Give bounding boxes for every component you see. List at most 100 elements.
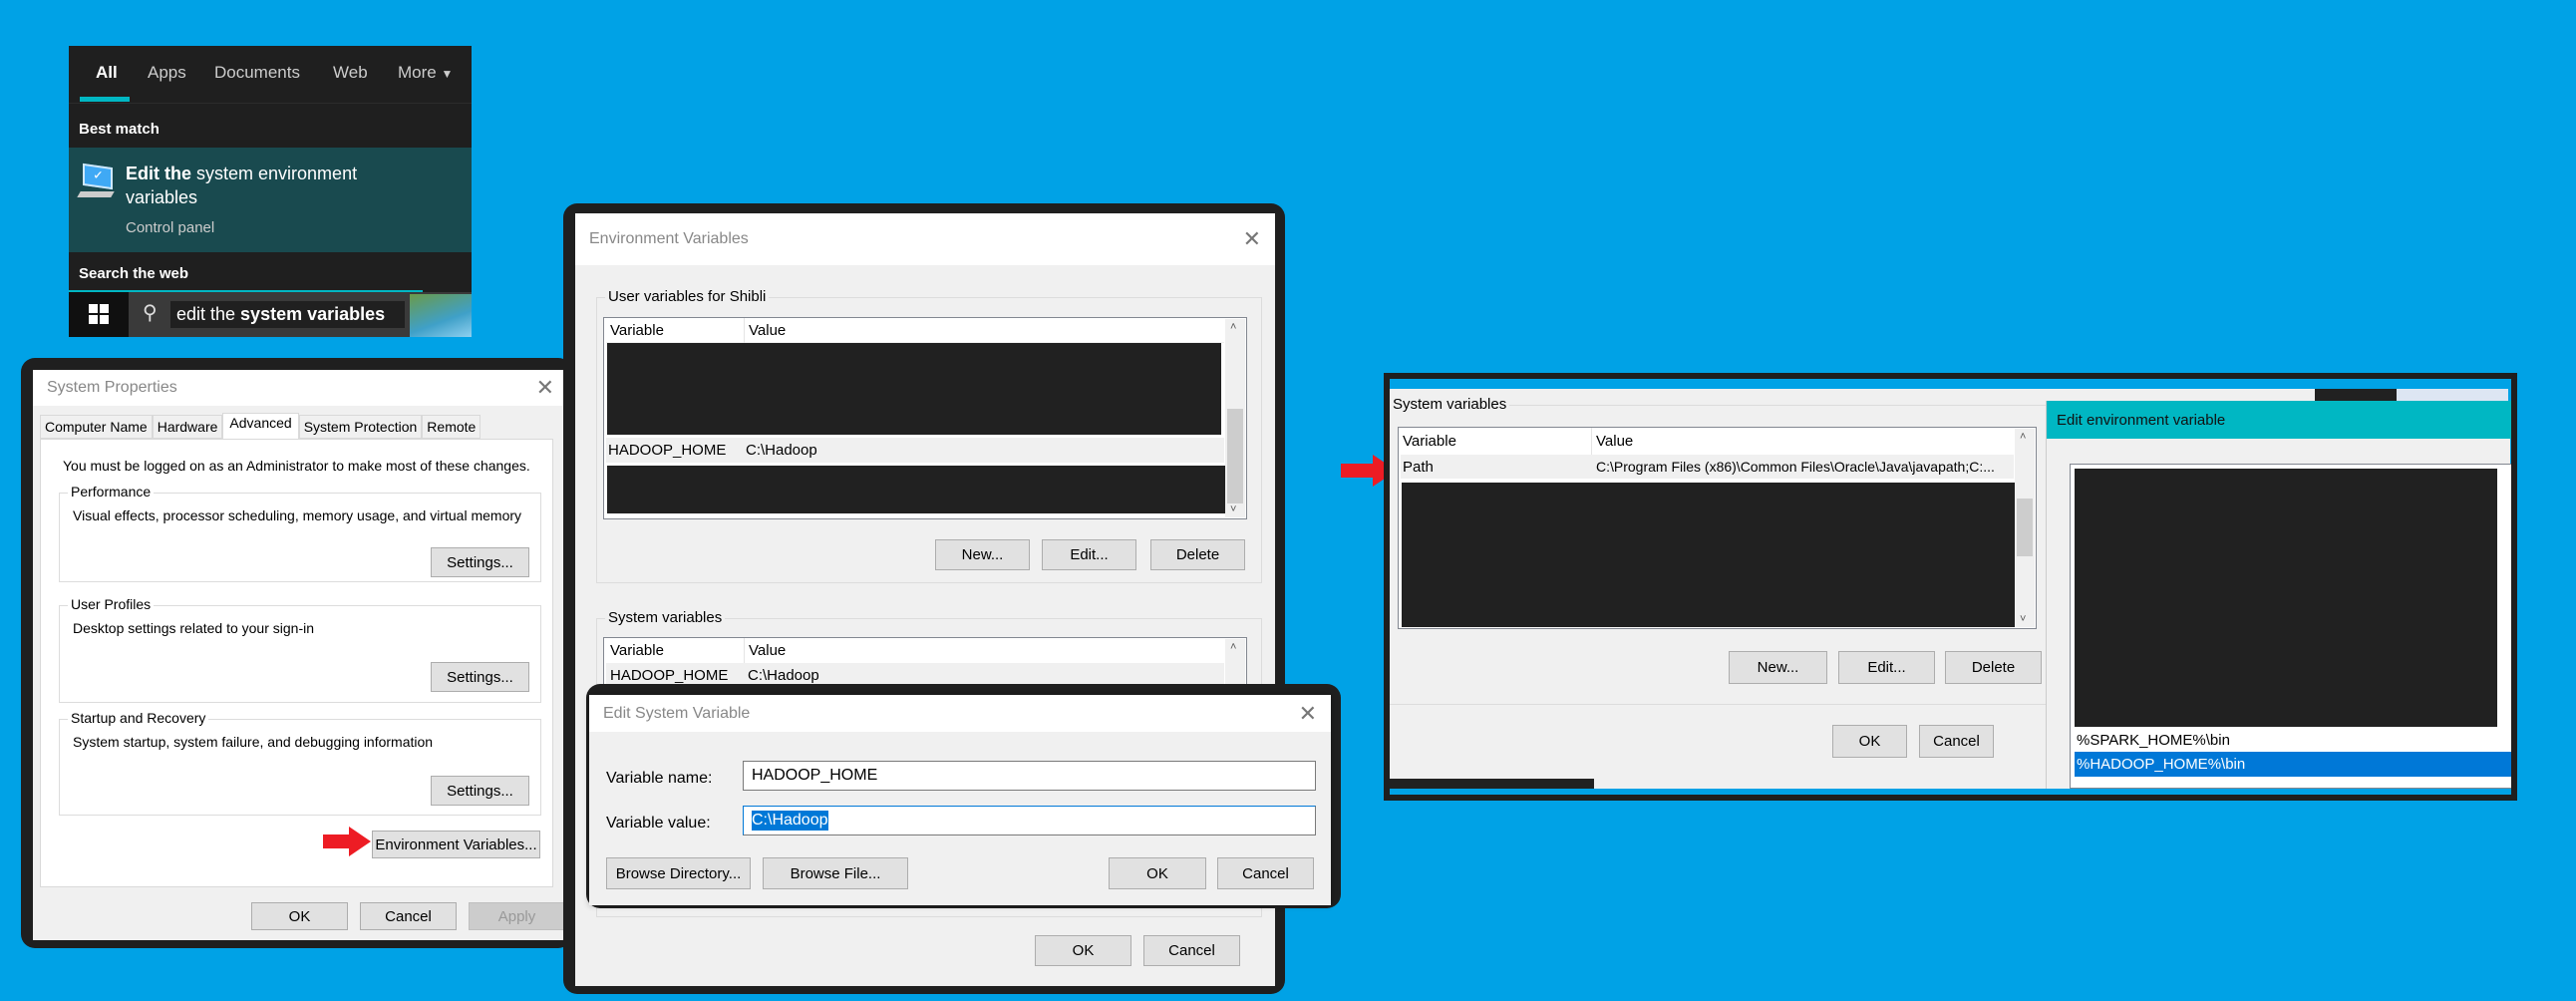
tab-hardware[interactable]: Hardware	[152, 415, 223, 439]
scroll-thumb[interactable]	[1227, 409, 1243, 503]
divider	[1390, 704, 2046, 705]
window-title: System Properties	[47, 379, 177, 396]
cancel-button[interactable]: Cancel	[1919, 725, 1994, 758]
scroll-up-icon[interactable]: ˄	[2020, 431, 2026, 443]
cancel-button[interactable]: Cancel	[1217, 857, 1314, 889]
search-input[interactable]: edit the system variables	[170, 301, 405, 328]
cancel-button[interactable]: Cancel	[360, 902, 457, 930]
result-title-rest: system environment	[196, 164, 358, 183]
button-label: Cancel	[1933, 733, 1980, 750]
apply-button[interactable]: Apply	[469, 902, 565, 930]
scrollbar[interactable]: ˄ ˅	[2015, 429, 2035, 627]
button-label: Settings...	[447, 553, 513, 571]
scroll-down-icon[interactable]: ˅	[2020, 613, 2026, 625]
best-match-heading: Best match	[79, 121, 160, 138]
tab-label: Hardware	[157, 419, 218, 435]
list-header: Variable Value	[1401, 428, 2014, 455]
tab-remote[interactable]: Remote	[422, 415, 482, 439]
table-row[interactable]: HADOOP_HOME C:\Hadoop	[606, 438, 1224, 463]
user-new-button[interactable]: New...	[935, 539, 1030, 570]
system-properties-window: System Properties ✕ Computer Name Hardwa…	[33, 370, 568, 940]
button-label: Edit...	[1867, 659, 1906, 676]
best-match-result[interactable]: ✓ Edit the system environment variables …	[69, 148, 472, 252]
search-text-normal: edit the	[176, 304, 241, 324]
cancel-button[interactable]: Cancel	[1143, 935, 1240, 966]
column-header-variable[interactable]: Variable	[610, 322, 664, 339]
variable-name-input[interactable]: HADOOP_HOME	[743, 761, 1316, 791]
column-header-variable[interactable]: Variable	[610, 642, 664, 659]
search-web-heading: Search the web	[79, 265, 189, 282]
button-label: Edit...	[1070, 546, 1109, 563]
tab-panel: You must be logged on as an Administrato…	[40, 439, 553, 887]
system-variables-list[interactable]: Variable Value Path C:\Program Files (x8…	[1398, 427, 2037, 629]
monitor-check-icon: ✓	[83, 163, 113, 190]
list-item-selected[interactable]: %HADOOP_HOME%\bin	[2075, 752, 2511, 777]
button-label: OK	[288, 907, 311, 925]
table-row-path[interactable]: Path C:\Program Files (x86)\Common Files…	[1401, 455, 2014, 479]
column-header-variable[interactable]: Variable	[1403, 433, 1456, 450]
taskbar-search-box[interactable]: ⚲ edit the system variables	[129, 292, 472, 337]
tab-label: Remote	[427, 419, 477, 435]
user-profiles-settings-button[interactable]: Settings...	[431, 662, 529, 692]
ok-button[interactable]: OK	[1035, 935, 1131, 966]
tab-more[interactable]: More ▼	[398, 63, 453, 83]
scroll-up-icon[interactable]: ˄	[1230, 641, 1236, 653]
browse-file-button[interactable]: Browse File...	[763, 857, 908, 889]
column-header-value[interactable]: Value	[744, 317, 786, 343]
delete-button[interactable]: Delete	[1945, 651, 2042, 684]
new-button[interactable]: New...	[1729, 651, 1827, 684]
scroll-down-icon[interactable]: ˅	[1230, 503, 1236, 515]
cell-value: C:\Hadoop	[746, 442, 817, 459]
tab-web[interactable]: Web	[333, 63, 368, 83]
list-item[interactable]: %SPARK_HOME%\bin	[2075, 729, 2511, 752]
variable-value-input[interactable]: C:\Hadoop	[743, 806, 1316, 835]
admin-note: You must be logged on as an Administrato…	[63, 458, 530, 474]
title-bar: Environment Variables ✕	[575, 213, 1275, 265]
tab-label: Computer Name	[45, 419, 148, 435]
user-edit-button[interactable]: Edit...	[1042, 539, 1136, 570]
tab-all[interactable]: All	[96, 63, 118, 83]
path-entries-list[interactable]: %SPARK_HOME%\bin %HADOOP_HOME%\bin	[2070, 464, 2511, 789]
edit-button[interactable]: Edit...	[1838, 651, 1935, 684]
input-text: HADOOP_HOME	[752, 767, 878, 784]
close-icon[interactable]: ✕	[536, 375, 554, 401]
user-profiles-group: User Profiles Desktop settings related t…	[59, 596, 541, 703]
scroll-thumb[interactable]	[2017, 499, 2033, 556]
button-label: Cancel	[385, 907, 432, 925]
column-header-value[interactable]: Value	[744, 638, 786, 663]
startup-recovery-group: Startup and Recovery System startup, sys…	[59, 710, 541, 816]
ok-button[interactable]: OK	[1109, 857, 1206, 889]
scroll-up-icon[interactable]: ˄	[1230, 321, 1236, 333]
button-label: New...	[961, 546, 1004, 563]
column-header-value[interactable]: Value	[1591, 428, 1633, 455]
environment-variables-button[interactable]: Environment Variables...	[372, 831, 540, 858]
performance-settings-button[interactable]: Settings...	[431, 547, 529, 577]
scrollbar[interactable]: ˄ ˅	[1225, 319, 1245, 517]
caret-down-icon: ▼	[441, 67, 454, 81]
group-label: System variables	[605, 609, 726, 626]
user-delete-button[interactable]: Delete	[1150, 539, 1245, 570]
list-header: Variable Value	[606, 638, 1224, 663]
entry-text: %HADOOP_HOME%\bin	[2077, 756, 2246, 773]
entry-text: %SPARK_HOME%\bin	[2077, 732, 2230, 749]
startup-recovery-settings-button[interactable]: Settings...	[431, 776, 529, 806]
ok-button[interactable]: OK	[251, 902, 348, 930]
tab-documents[interactable]: Documents	[214, 63, 300, 83]
tab-computer-name[interactable]: Computer Name	[40, 415, 153, 439]
tab-system-protection[interactable]: System Protection	[298, 415, 423, 439]
tab-advanced[interactable]: Advanced	[222, 413, 299, 439]
windows-logo-icon[interactable]	[89, 304, 109, 324]
variable-value-label: Variable value:	[606, 815, 711, 832]
search-text-bold: system variables	[240, 304, 386, 324]
close-icon[interactable]: ✕	[1243, 226, 1261, 252]
cell-variable: Path	[1403, 458, 1434, 476]
user-variables-list[interactable]: Variable Value HADOOP_HOME C:\Hadoop ˄ ˅	[603, 317, 1247, 519]
group-description: System startup, system failure, and debu…	[73, 734, 434, 750]
red-pointer-arrow-icon	[323, 827, 371, 856]
result-title-line2: variables	[126, 187, 198, 207]
browse-directory-button[interactable]: Browse Directory...	[606, 857, 751, 889]
tab-apps[interactable]: Apps	[148, 63, 186, 83]
cell-variable: HADOOP_HOME	[608, 442, 727, 459]
ok-button[interactable]: OK	[1832, 725, 1907, 758]
close-icon[interactable]: ✕	[1299, 701, 1317, 727]
